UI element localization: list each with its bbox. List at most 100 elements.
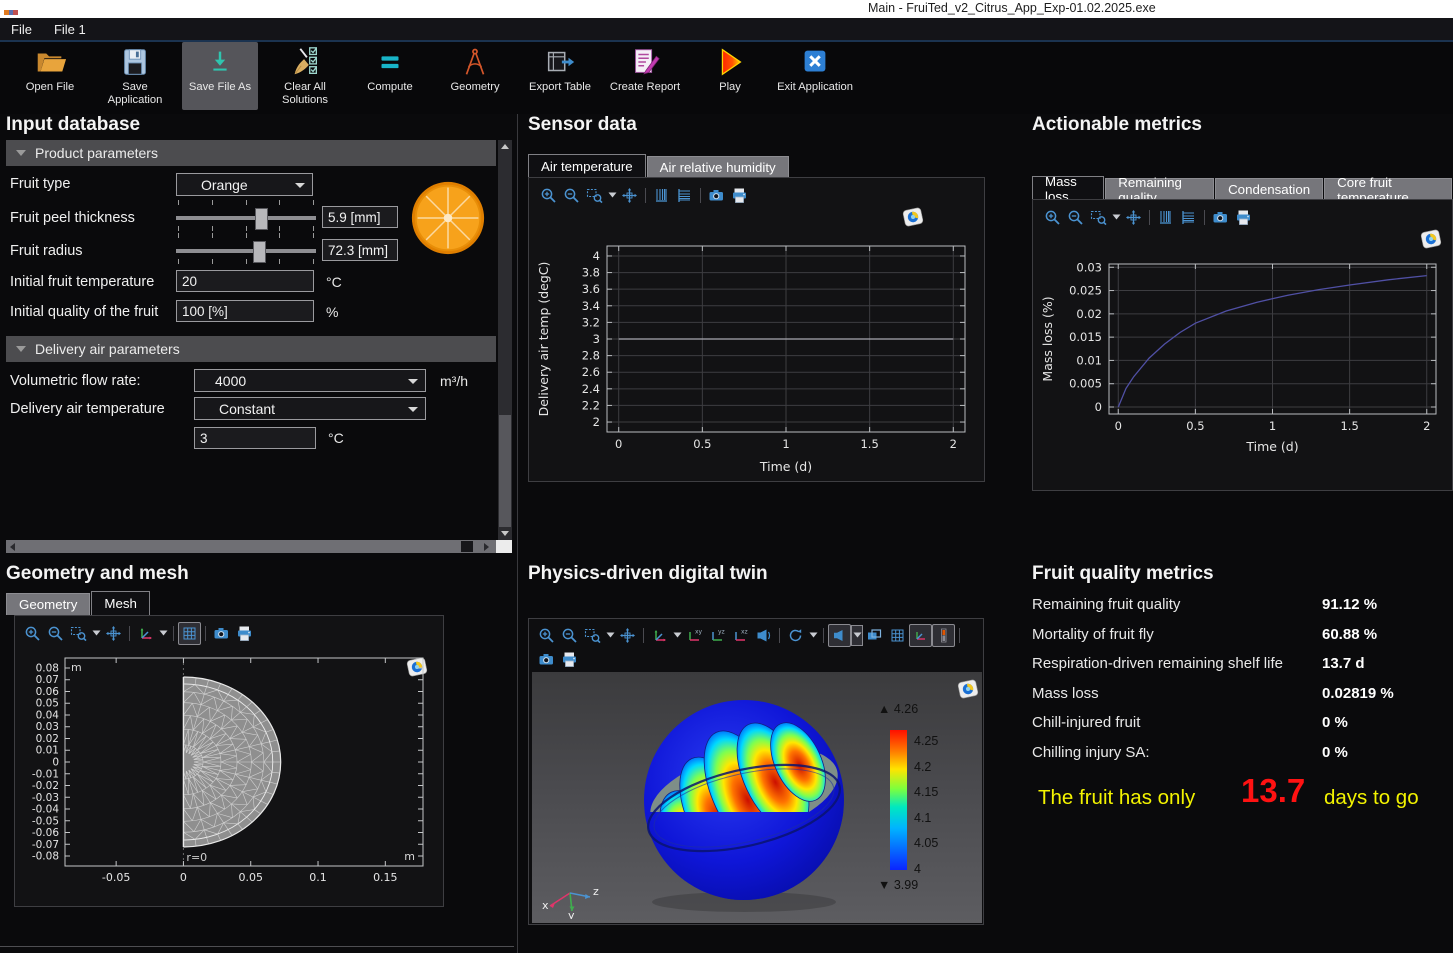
toolbar-button-compute[interactable]: Compute xyxy=(352,42,428,110)
toolbar-button-geometry[interactable]: Geometry xyxy=(437,42,513,110)
zoom-in-button[interactable] xyxy=(535,624,558,647)
peel-thickness-value[interactable] xyxy=(322,206,398,228)
view-xy-button[interactable]: xy xyxy=(683,624,706,647)
toolbar-button-open-file[interactable]: Open File xyxy=(12,42,88,110)
zoom-out-button[interactable] xyxy=(44,622,67,645)
vertical-scroll-thumb[interactable] xyxy=(499,415,511,527)
dropdown-arrow-icon[interactable] xyxy=(807,625,819,646)
scroll-left-icon[interactable] xyxy=(10,543,15,551)
colorbar xyxy=(890,730,907,870)
chevron-down-icon xyxy=(408,379,418,384)
svg-text:2.6: 2.6 xyxy=(582,365,600,379)
twin-3d-scene[interactable]: ▲ 4.26 4.254.24.154.14.054 ▼ 3.99 x y z xyxy=(532,672,982,923)
zoom-in-button[interactable] xyxy=(21,622,44,645)
fruit-type-select[interactable]: Orange xyxy=(176,173,313,196)
toolbar-button-export-table[interactable]: Export Table xyxy=(522,42,598,110)
print-button[interactable] xyxy=(558,648,581,671)
extents-button[interactable] xyxy=(102,622,125,645)
initial-quality-input[interactable] xyxy=(176,300,314,322)
metrics-tab-condensation[interactable]: Condensation xyxy=(1215,178,1323,200)
axes-triad-button[interactable] xyxy=(648,624,671,647)
print-button[interactable] xyxy=(728,184,751,207)
dropdown-arrow-icon[interactable] xyxy=(90,623,102,644)
toolbar-button-clear-all-solutions[interactable]: Clear All Solutions xyxy=(267,42,343,110)
scroll-right-icon[interactable] xyxy=(484,543,489,551)
view-xz-button[interactable]: xz xyxy=(729,624,752,647)
toolbar-button-exit-application[interactable]: Exit Application xyxy=(777,42,853,110)
axis-x-button[interactable] xyxy=(673,184,696,207)
metrics-tab-core-fruit-temperature[interactable]: Core fruit temperature xyxy=(1324,178,1452,200)
metrics-tab-remaining-quality[interactable]: Remaining quality xyxy=(1105,178,1214,200)
zoom-in-button[interactable] xyxy=(1041,206,1064,229)
sensor-tab-air-temperature[interactable]: Air temperature xyxy=(528,154,646,178)
section-delivery-air[interactable]: Delivery air parameters xyxy=(6,336,496,362)
toolbar-button-save-application[interactable]: Save Application xyxy=(97,42,173,110)
slider-track[interactable] xyxy=(176,216,316,220)
scroll-down-icon[interactable] xyxy=(501,531,509,536)
slider-track[interactable] xyxy=(176,249,316,253)
delivery-temp-mode-select[interactable]: Constant xyxy=(194,397,426,420)
dropdown-arrow-icon[interactable] xyxy=(604,625,616,646)
print-button[interactable] xyxy=(233,622,256,645)
extents-button[interactable] xyxy=(618,184,641,207)
toolbar-button-play[interactable]: Play xyxy=(692,42,768,110)
rotate-button[interactable] xyxy=(784,624,807,647)
horizontal-scrollbar[interactable] xyxy=(6,540,496,553)
grid-button[interactable] xyxy=(178,622,201,645)
metrics-tab-mass-loss[interactable]: Mass loss xyxy=(1032,176,1104,200)
axes-triad-button[interactable] xyxy=(134,622,157,645)
delivery-temp-value-input[interactable] xyxy=(194,427,316,449)
fruit-radius-slider[interactable] xyxy=(176,231,316,271)
flow-rate-select[interactable]: 4000 xyxy=(194,369,426,392)
zoom-out-button[interactable] xyxy=(1064,206,1087,229)
colorbar-toggle-button[interactable] xyxy=(932,624,955,647)
dropdown-arrow-icon[interactable] xyxy=(157,623,169,644)
sensor-tab-air-relative-humidity[interactable]: Air relative humidity xyxy=(647,156,789,178)
scene-light-button[interactable] xyxy=(828,624,851,647)
horizontal-scroll-thumb[interactable] xyxy=(461,541,473,552)
axis-x-button[interactable] xyxy=(1177,206,1200,229)
camera-button[interactable] xyxy=(535,648,558,671)
zoom-out-button[interactable] xyxy=(560,184,583,207)
zoom-box-button[interactable] xyxy=(583,184,606,207)
toolbar-separator xyxy=(1204,210,1205,225)
dropdown-arrow-icon[interactable] xyxy=(851,625,863,646)
scroll-up-icon[interactable] xyxy=(501,144,509,149)
camera-button[interactable] xyxy=(1209,206,1232,229)
zoom-in-button[interactable] xyxy=(537,184,560,207)
dropdown-arrow-icon[interactable] xyxy=(671,625,683,646)
dropdown-arrow-icon[interactable] xyxy=(1110,207,1122,228)
axis-y-button[interactable] xyxy=(1154,206,1177,229)
axis-y-button[interactable] xyxy=(650,184,673,207)
perspective-button[interactable] xyxy=(752,624,775,647)
view-yz-button[interactable]: yz xyxy=(706,624,729,647)
zoom-out-button[interactable] xyxy=(558,624,581,647)
zoom-box-button[interactable] xyxy=(581,624,604,647)
zoom-box-button[interactable] xyxy=(67,622,90,645)
print-button[interactable] xyxy=(1232,206,1255,229)
scene-button[interactable] xyxy=(863,624,886,647)
vertical-scrollbar[interactable] xyxy=(498,140,512,540)
camera-button[interactable] xyxy=(705,184,728,207)
triad-toggle-button[interactable] xyxy=(909,624,932,647)
slider-thumb[interactable] xyxy=(253,241,266,263)
toolbar-separator xyxy=(129,626,130,641)
menu-file-1[interactable]: File 1 xyxy=(43,22,97,37)
toolbar-button-create-report[interactable]: Create Report xyxy=(607,42,683,110)
geometry-tab-mesh[interactable]: Mesh xyxy=(91,591,150,615)
menu-file[interactable]: File xyxy=(0,22,43,37)
fruit-radius-value[interactable] xyxy=(322,239,398,261)
initial-temp-input[interactable] xyxy=(176,270,314,292)
slider-thumb[interactable] xyxy=(255,208,268,230)
extents-button[interactable] xyxy=(1122,206,1145,229)
dropdown-arrow-icon[interactable] xyxy=(606,185,618,206)
section-product-parameters[interactable]: Product parameters xyxy=(6,140,496,166)
geometry-tab-geometry[interactable]: Geometry xyxy=(6,593,90,615)
toolbar-button-save-file-as[interactable]: Save File As xyxy=(182,42,258,110)
toolbar-separator xyxy=(173,626,174,641)
grid-button[interactable] xyxy=(886,624,909,647)
extents-button[interactable] xyxy=(616,624,639,647)
metric-label: Mass loss xyxy=(1032,685,1099,702)
zoom-box-button[interactable] xyxy=(1087,206,1110,229)
camera-button[interactable] xyxy=(210,622,233,645)
